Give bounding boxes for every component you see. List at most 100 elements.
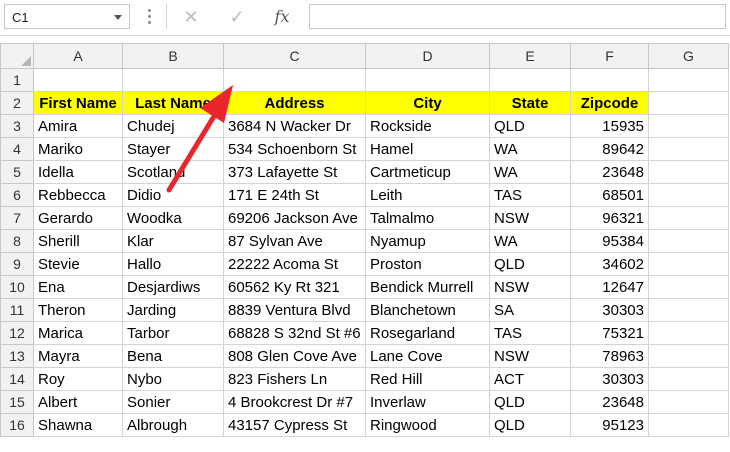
cell[interactable] (365, 68, 490, 92)
cell[interactable]: 22222 Acoma St (223, 252, 366, 276)
cell[interactable]: 96321 (570, 206, 649, 230)
cell[interactable] (648, 160, 729, 184)
cell[interactable]: Mariko (33, 137, 123, 161)
cell[interactable]: Leith (365, 183, 490, 207)
column-header-b[interactable]: B (122, 43, 224, 69)
cell[interactable]: 23648 (570, 390, 649, 414)
cell[interactable]: 373 Lafayette St (223, 160, 366, 184)
row-header[interactable]: 6 (0, 183, 34, 207)
cell[interactable] (648, 344, 729, 368)
header-cell-state[interactable]: State (489, 91, 571, 115)
cell[interactable]: Jarding (122, 298, 224, 322)
cell[interactable]: QLD (489, 390, 571, 414)
cell[interactable]: WA (489, 137, 571, 161)
cell[interactable] (648, 367, 729, 391)
column-header-a[interactable]: A (33, 43, 123, 69)
cell[interactable]: 534 Schoenborn St (223, 137, 366, 161)
row-header[interactable]: 9 (0, 252, 34, 276)
cell[interactable]: Stayer (122, 137, 224, 161)
cell[interactable] (648, 390, 729, 414)
insert-function-icon[interactable]: fx (269, 5, 295, 29)
row-header[interactable]: 2 (0, 91, 34, 115)
header-cell-zipcode[interactable]: Zipcode (570, 91, 649, 115)
cell[interactable]: Bena (122, 344, 224, 368)
cell[interactable]: Sonier (122, 390, 224, 414)
cell[interactable]: TAS (489, 183, 571, 207)
cell[interactable]: Scotland (122, 160, 224, 184)
column-header-c[interactable]: C (223, 43, 366, 69)
cell[interactable]: 89642 (570, 137, 649, 161)
cell[interactable]: 68501 (570, 183, 649, 207)
column-header-g[interactable]: G (648, 43, 729, 69)
cell[interactable]: 823 Fishers Ln (223, 367, 366, 391)
chevron-down-icon[interactable] (114, 15, 122, 20)
cell[interactable]: Rockside (365, 114, 490, 138)
cell[interactable]: 34602 (570, 252, 649, 276)
cell[interactable] (648, 206, 729, 230)
cell[interactable] (648, 229, 729, 253)
cell[interactable]: 8839 Ventura Blvd (223, 298, 366, 322)
column-header-e[interactable]: E (489, 43, 571, 69)
cell[interactable]: 87 Sylvan Ave (223, 229, 366, 253)
row-header[interactable]: 7 (0, 206, 34, 230)
cell[interactable]: 30303 (570, 367, 649, 391)
cell[interactable] (648, 413, 729, 437)
column-header-d[interactable]: D (365, 43, 490, 69)
row-header[interactable]: 8 (0, 229, 34, 253)
cell[interactable]: SA (489, 298, 571, 322)
cell[interactable]: Didio (122, 183, 224, 207)
cell[interactable]: Desjardiws (122, 275, 224, 299)
cell[interactable]: Gerardo (33, 206, 123, 230)
cell[interactable]: ACT (489, 367, 571, 391)
cell[interactable]: Woodka (122, 206, 224, 230)
cell[interactable] (648, 321, 729, 345)
cell[interactable] (33, 68, 123, 92)
cell[interactable]: Red Hill (365, 367, 490, 391)
cell[interactable]: 78963 (570, 344, 649, 368)
cell[interactable]: QLD (489, 114, 571, 138)
cell[interactable]: Inverlaw (365, 390, 490, 414)
row-header[interactable]: 11 (0, 298, 34, 322)
cancel-icon[interactable]: ✕ (178, 5, 204, 29)
cell[interactable]: 69206 Jackson Ave (223, 206, 366, 230)
header-cell-last-name[interactable]: Last Name (122, 91, 224, 115)
cell[interactable] (122, 68, 224, 92)
cell[interactable]: Idella (33, 160, 123, 184)
cell[interactable]: Bendick Murrell (365, 275, 490, 299)
cell[interactable] (570, 68, 649, 92)
cell[interactable] (648, 183, 729, 207)
cell[interactable]: Roy (33, 367, 123, 391)
cell[interactable]: WA (489, 229, 571, 253)
cell[interactable]: Nybo (122, 367, 224, 391)
cell[interactable] (648, 91, 729, 115)
row-header[interactable]: 14 (0, 367, 34, 391)
cell[interactable]: Marica (33, 321, 123, 345)
cell[interactable]: Talmalmo (365, 206, 490, 230)
cell[interactable]: Albert (33, 390, 123, 414)
cell[interactable]: Hallo (122, 252, 224, 276)
cell[interactable] (648, 298, 729, 322)
cell[interactable]: Rebbecca (33, 183, 123, 207)
cell[interactable]: Tarbor (122, 321, 224, 345)
cell[interactable]: 23648 (570, 160, 649, 184)
cell[interactable]: QLD (489, 413, 571, 437)
cell[interactable] (648, 137, 729, 161)
row-header[interactable]: 12 (0, 321, 34, 345)
cell[interactable]: Sherill (33, 229, 123, 253)
cell[interactable]: QLD (489, 252, 571, 276)
cell[interactable]: 60562 Ky Rt 321 (223, 275, 366, 299)
cell[interactable] (648, 252, 729, 276)
cell[interactable]: 4 Brookcrest Dr #7 (223, 390, 366, 414)
header-cell-first-name[interactable]: First Name (33, 91, 123, 115)
cell[interactable]: Nyamup (365, 229, 490, 253)
row-header[interactable]: 15 (0, 390, 34, 414)
row-header[interactable]: 3 (0, 114, 34, 138)
cell[interactable] (648, 275, 729, 299)
cell[interactable]: 30303 (570, 298, 649, 322)
cell[interactable]: NSW (489, 206, 571, 230)
row-header[interactable]: 4 (0, 137, 34, 161)
row-header[interactable]: 16 (0, 413, 34, 437)
cell[interactable]: Theron (33, 298, 123, 322)
name-box[interactable]: C1 (4, 4, 130, 29)
cell[interactable]: Lane Cove (365, 344, 490, 368)
